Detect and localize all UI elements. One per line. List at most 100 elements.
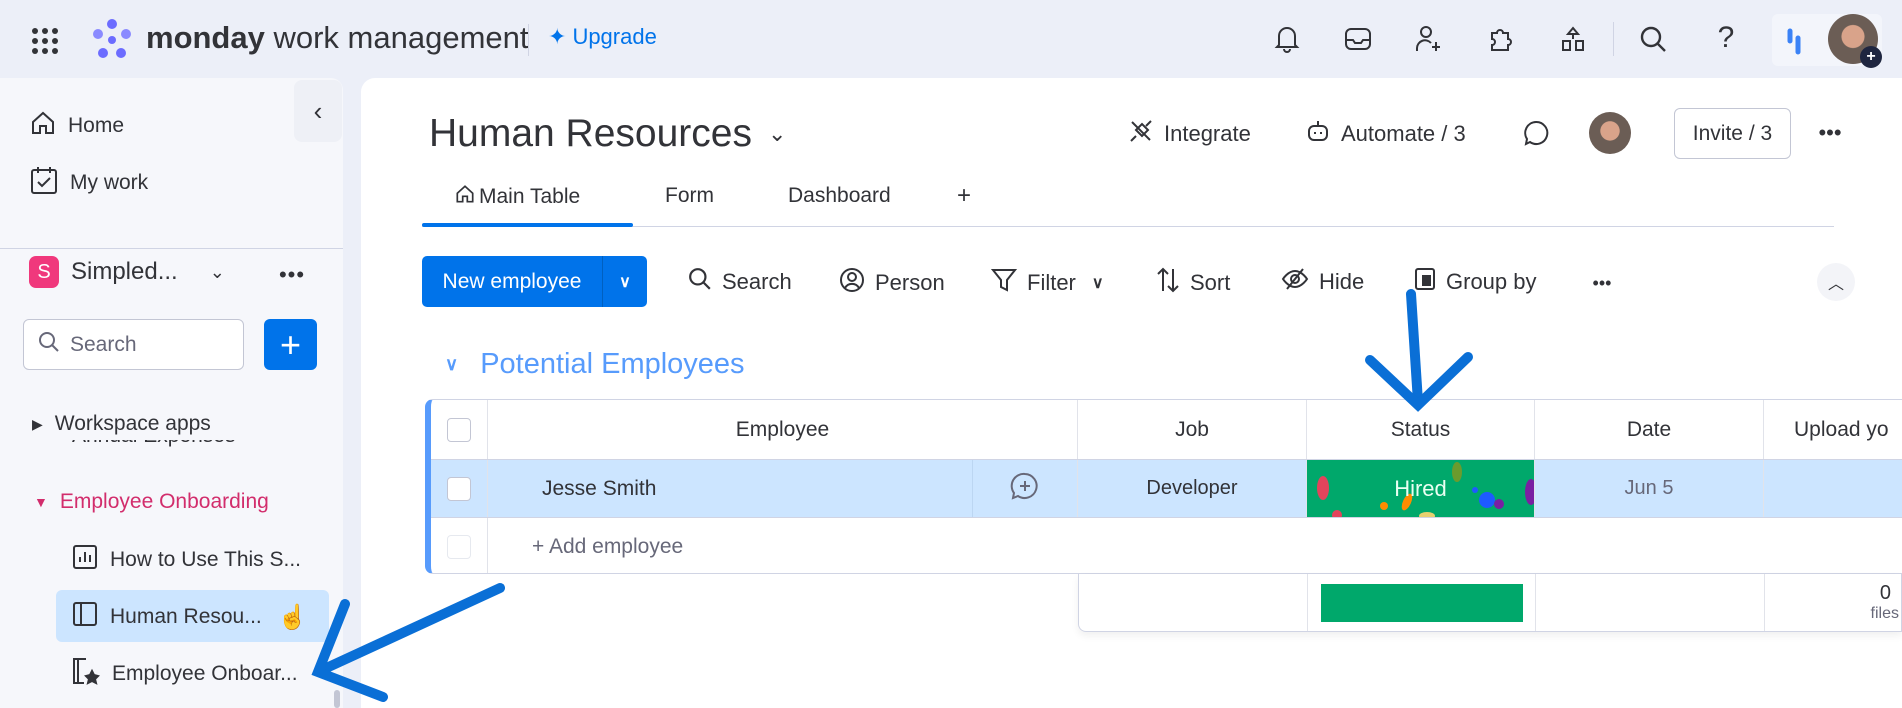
search-button[interactable]: Search	[688, 267, 792, 297]
board-more-button[interactable]: •••	[1813, 116, 1847, 150]
sidebar-scrollbar[interactable]	[334, 690, 340, 708]
filter-label: Filter	[1027, 270, 1076, 295]
column-label: Upload yo	[1794, 417, 1889, 441]
workspace-selector[interactable]: S Simpled... ⌄	[29, 256, 225, 288]
account-area[interactable]: +	[1772, 14, 1882, 68]
files-count: 0	[1879, 582, 1891, 604]
monday-logo[interactable]	[90, 18, 134, 62]
chevron-down-icon[interactable]: ∨	[1092, 273, 1104, 293]
employee-name-cell[interactable]: Jesse Smith	[488, 460, 973, 517]
puzzle-icon[interactable]	[1483, 22, 1517, 56]
tab-form[interactable]: Form	[665, 184, 714, 208]
integrate-button[interactable]: Integrate	[1128, 118, 1251, 150]
upgrade-button[interactable]: ✦ Upgrade	[548, 24, 657, 50]
column-header-upload[interactable]: Upload yo	[1764, 400, 1902, 459]
hide-label: Hide	[1319, 269, 1365, 294]
add-account-icon[interactable]: +	[1860, 46, 1882, 68]
robot-icon	[1305, 118, 1331, 150]
help-icon[interactable]: ?	[1709, 20, 1743, 56]
chevron-down-icon[interactable]: ∨	[603, 256, 647, 307]
chevron-down-icon: ⌄	[209, 261, 225, 282]
sidebar-search-input[interactable]: Search	[23, 319, 244, 370]
column-header-status[interactable]: Status	[1307, 400, 1535, 459]
collapse-sidebar-button[interactable]: ‹	[294, 80, 342, 142]
group-header[interactable]: ∨ Potential Employees	[445, 348, 745, 381]
table-row[interactable]: Jesse Smith Developer Hired Jun 5	[431, 459, 1902, 518]
tab-label: Main Table	[479, 185, 581, 208]
job-summary	[1079, 574, 1308, 631]
ai-assistant-icon[interactable]	[1786, 26, 1801, 56]
workdoc-icon	[72, 657, 100, 691]
upload-cell[interactable]	[1764, 460, 1902, 517]
add-employee-input[interactable]: + Add employee	[488, 518, 1902, 573]
automate-button[interactable]: Automate / 3	[1305, 118, 1466, 150]
new-employee-button[interactable]: New employee ∨	[422, 256, 647, 307]
sidebar-item-my-work[interactable]: My work	[30, 165, 148, 201]
apps-grid-icon[interactable]	[28, 24, 62, 58]
group-title: Potential Employees	[480, 348, 745, 380]
divider	[0, 248, 343, 249]
item-label: Employee Onboar...	[112, 662, 298, 685]
toolbar-more-button[interactable]: •••	[1585, 268, 1619, 298]
tab-dashboard[interactable]: Dashboard	[788, 184, 891, 208]
hide-button[interactable]: Hide	[1281, 267, 1364, 297]
chevron-down-icon[interactable]: ∨	[445, 354, 458, 375]
search-icon	[688, 267, 712, 297]
group-table: Employee Job Status Date Upload yo Jesse…	[425, 399, 1902, 574]
brand-name: monday work management	[146, 20, 529, 56]
sort-button[interactable]: Sort	[1156, 267, 1230, 299]
bell-icon[interactable]	[1270, 22, 1304, 56]
workspace-more-button[interactable]: •••	[274, 260, 310, 290]
sidebar-item-home[interactable]: Home	[30, 110, 124, 142]
dashboard-icon	[72, 544, 98, 576]
search-icon[interactable]	[1636, 22, 1670, 56]
my-work-label: My work	[70, 171, 149, 194]
tab-label: Dashboard	[788, 184, 891, 207]
clipped-item-label: Annual Expenses	[72, 440, 235, 448]
date-cell[interactable]: Jun 5	[1535, 460, 1764, 517]
filter-button[interactable]: Filter ∨	[990, 267, 1104, 299]
job-cell[interactable]: Developer	[1078, 460, 1307, 517]
workspace-apps[interactable]: ▶ Workspace apps	[32, 412, 211, 436]
updates-chat-icon[interactable]	[1521, 118, 1551, 148]
tab-main-table[interactable]: Main Table	[455, 184, 580, 210]
group-by-button[interactable]: Group by	[1414, 267, 1537, 297]
sidebar-item-human-resources-content[interactable]: Human Resou... ☝	[72, 601, 308, 633]
apps-marketplace-icon[interactable]	[1556, 22, 1590, 56]
add-update-button[interactable]	[973, 460, 1078, 517]
invite-button[interactable]: Invite / 3	[1674, 108, 1791, 159]
board-member-avatar[interactable]	[1589, 112, 1631, 154]
column-label: Status	[1390, 417, 1451, 441]
invite-member-icon[interactable]	[1412, 22, 1446, 56]
column-header-date[interactable]: Date	[1535, 400, 1764, 459]
select-all-checkbox[interactable]	[447, 417, 471, 442]
item-label: How to Use This S...	[110, 548, 302, 571]
row-checkbox[interactable]	[447, 476, 471, 501]
sidebar-item-how-to-use[interactable]: How to Use This S...	[72, 544, 301, 576]
collapse-header-button[interactable]: ︿	[1817, 263, 1855, 301]
caret-down-icon: ▼	[34, 494, 48, 510]
integrate-label: Integrate	[1164, 121, 1251, 146]
filter-icon	[990, 267, 1018, 299]
new-employee-label[interactable]: New employee	[422, 256, 603, 307]
add-item-button[interactable]: +	[264, 319, 317, 370]
status-summary[interactable]	[1308, 574, 1536, 631]
chat-plus-icon	[1010, 471, 1040, 507]
add-view-button[interactable]: +	[957, 182, 971, 210]
workspace-badge: S	[29, 256, 59, 288]
person-filter-button[interactable]: Person	[839, 267, 945, 299]
board-title[interactable]: Human Resources ⌄	[429, 112, 786, 156]
inbox-icon[interactable]	[1341, 22, 1375, 56]
sort-icon	[1156, 267, 1180, 299]
column-header-employee[interactable]: Employee	[488, 400, 1078, 459]
summary-row: 0 files	[1078, 574, 1902, 632]
status-cell[interactable]: Hired	[1307, 460, 1535, 517]
sidebar-item-employee-onboarding[interactable]: Employee Onboar...	[72, 657, 298, 691]
folder-employee-onboarding[interactable]: ▼ Employee Onboarding	[34, 490, 269, 514]
column-header-job[interactable]: Job	[1078, 400, 1307, 459]
tab-label: +	[957, 182, 972, 209]
add-row-checkbox	[447, 534, 471, 559]
status-label: Hired	[1394, 475, 1447, 501]
search-label: Search	[722, 269, 792, 294]
date-summary	[1536, 574, 1765, 631]
